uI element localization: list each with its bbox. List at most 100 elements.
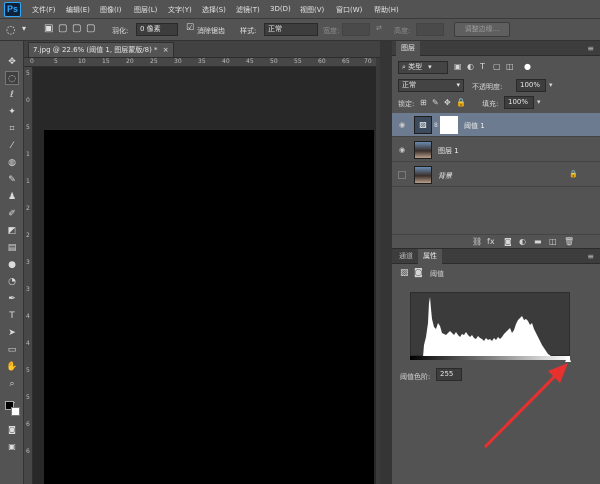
new-adjustment-icon[interactable]: ◐	[519, 237, 526, 246]
width-label: 宽度:	[323, 27, 340, 35]
layer-mask-thumbnail[interactable]	[440, 116, 458, 134]
crop-tool-icon[interactable]: ⌗	[5, 122, 19, 136]
dodge-tool-icon[interactable]: ◔	[5, 275, 19, 289]
type-tool-icon[interactable]: T	[5, 309, 19, 323]
filter-toggle-icon[interactable]: ●	[524, 62, 531, 71]
path-selection-tool-icon[interactable]: ➤	[5, 326, 19, 340]
quick-mask-icon[interactable]: ◙	[5, 423, 19, 437]
tab-layers[interactable]: 图层	[396, 41, 420, 56]
lock-position-icon[interactable]: ✥	[444, 98, 451, 107]
tab-channels[interactable]: 通道	[394, 249, 418, 264]
close-tab-icon[interactable]: ×	[163, 46, 169, 54]
fill-input[interactable]: 100%	[504, 96, 534, 109]
menu-help[interactable]: 帮助(H)	[374, 5, 399, 15]
blend-mode-select[interactable]: 正常 ▾	[398, 79, 464, 92]
ruler-tick: 60	[318, 58, 326, 65]
ruler-tick: 70	[364, 58, 372, 65]
threshold-level-input[interactable]: 255	[436, 368, 462, 381]
style-select[interactable]: 正常	[264, 23, 318, 36]
visibility-toggle[interactable]	[398, 171, 406, 179]
menu-file[interactable]: 文件(F)	[32, 5, 56, 15]
menu-filter[interactable]: 滤镜(T)	[236, 5, 260, 15]
lasso-tool-icon[interactable]: ℓ	[5, 88, 19, 102]
filter-pixel-icon[interactable]: ▣	[454, 62, 462, 71]
pen-tool-icon[interactable]: ✒	[5, 292, 19, 306]
mask-icon[interactable]: ◙	[414, 268, 423, 278]
intersect-selection-icon[interactable]: ▢	[86, 23, 95, 34]
magic-wand-tool-icon[interactable]: ✦	[5, 105, 19, 119]
new-selection-icon[interactable]: ▣	[44, 23, 53, 34]
menu-edit[interactable]: 编辑(E)	[66, 5, 90, 15]
brush-tool-icon[interactable]: ✎	[5, 173, 19, 187]
filter-shape-icon[interactable]: ▢	[493, 62, 501, 71]
link-icon[interactable]: 8	[434, 122, 438, 129]
menu-type[interactable]: 文字(Y)	[168, 5, 192, 15]
menu-select[interactable]: 选择(S)	[202, 5, 226, 15]
layer-row-layer1[interactable]: ◉ 图层 1	[392, 138, 600, 162]
filter-type-icon[interactable]: T	[480, 62, 485, 71]
chevron-down-icon[interactable]: ▾	[549, 81, 553, 89]
opacity-input[interactable]: 100%	[516, 79, 546, 92]
ruler-tick: 40	[222, 58, 230, 65]
delete-layer-icon[interactable]: 🗑	[564, 237, 574, 246]
menu-3d[interactable]: 3D(D)	[270, 5, 291, 13]
new-layer-icon[interactable]: ◫	[549, 237, 557, 246]
layer-row-threshold[interactable]: ◉ ▨ 8 阈值 1	[392, 113, 600, 137]
eraser-tool-icon[interactable]: ◩	[5, 224, 19, 238]
tab-properties[interactable]: 属性	[418, 249, 442, 264]
document-tab[interactable]: 7.jpg @ 22.6% (阈值 1, 图层蒙版/8) * ×	[28, 42, 174, 57]
width-input[interactable]	[342, 23, 370, 36]
hand-tool-icon[interactable]: ✋	[5, 360, 19, 374]
panel-menu-icon[interactable]: ≡	[587, 252, 594, 261]
antialias-checkbox[interactable]: ☑	[186, 23, 194, 33]
add-selection-icon[interactable]: ▢	[58, 23, 67, 34]
ruler-tick: 15	[102, 58, 110, 65]
screen-mode-icon[interactable]: ▣	[5, 440, 19, 454]
filter-smart-object-icon[interactable]: ◫	[506, 62, 514, 71]
tool-preset-arrow-icon[interactable]: ▾	[22, 24, 26, 33]
add-mask-icon[interactable]: ◙	[504, 237, 512, 246]
gradient-tool-icon[interactable]: ▤	[5, 241, 19, 255]
lock-transparency-icon[interactable]: ⊞	[420, 98, 427, 107]
panel-menu-icon[interactable]: ≡	[587, 44, 594, 53]
marquee-tool-icon[interactable]: ◌	[6, 23, 16, 36]
subtract-selection-icon[interactable]: ▢	[72, 23, 81, 34]
zoom-tool-icon[interactable]: ⌕	[5, 377, 19, 391]
history-brush-tool-icon[interactable]: ✐	[5, 207, 19, 221]
eyedropper-tool-icon[interactable]: ⁄	[5, 139, 19, 153]
lock-all-icon[interactable]: 🔒	[456, 98, 466, 107]
layer-row-background[interactable]: 背景 🔒	[392, 163, 600, 187]
chevron-down-icon[interactable]: ▾	[537, 98, 541, 106]
layer-style-icon[interactable]: fx	[487, 237, 495, 246]
move-tool-icon[interactable]: ✥	[5, 55, 19, 69]
ruler-tick: 5	[26, 70, 30, 77]
clone-stamp-tool-icon[interactable]: ♟	[5, 190, 19, 204]
swap-icon[interactable]: ⇄	[376, 24, 382, 32]
eye-icon[interactable]: ◉	[398, 121, 406, 129]
document-canvas[interactable]	[44, 130, 374, 484]
threshold-adjustment-icon: ▨	[400, 268, 409, 278]
menu-window[interactable]: 窗口(W)	[336, 5, 362, 15]
menu-view[interactable]: 视图(V)	[300, 5, 324, 15]
refine-edge-button[interactable]: 调整边缘...	[454, 22, 510, 37]
rectangle-tool-icon[interactable]: ▭	[5, 343, 19, 357]
filter-adjustment-icon[interactable]: ◐	[467, 62, 474, 71]
healing-brush-tool-icon[interactable]: ◍	[5, 156, 19, 170]
lock-pixels-icon[interactable]: ✎	[432, 98, 439, 107]
ruler-tick: 25	[150, 58, 158, 65]
blur-tool-icon[interactable]: ●	[5, 258, 19, 272]
ruler-tick: 5	[26, 394, 30, 401]
link-layers-icon[interactable]: ⛓	[472, 237, 482, 246]
marquee-tool-icon[interactable]: ◌	[5, 71, 19, 85]
menu-layer[interactable]: 图层(L)	[134, 5, 157, 15]
feather-input[interactable]: 0 像素	[136, 23, 178, 36]
ruler-tick: 2	[26, 232, 30, 239]
eye-icon[interactable]: ◉	[398, 146, 406, 154]
ruler-tick: 50	[270, 58, 278, 65]
ruler-tick: 45	[246, 58, 254, 65]
menu-image[interactable]: 图像(I)	[100, 5, 122, 15]
new-group-icon[interactable]: ▬	[534, 237, 542, 246]
height-input[interactable]	[416, 23, 444, 36]
background-color-swatch[interactable]	[11, 407, 20, 416]
layer-kind-filter[interactable]: ⌕ 类型 ▾	[398, 61, 448, 74]
